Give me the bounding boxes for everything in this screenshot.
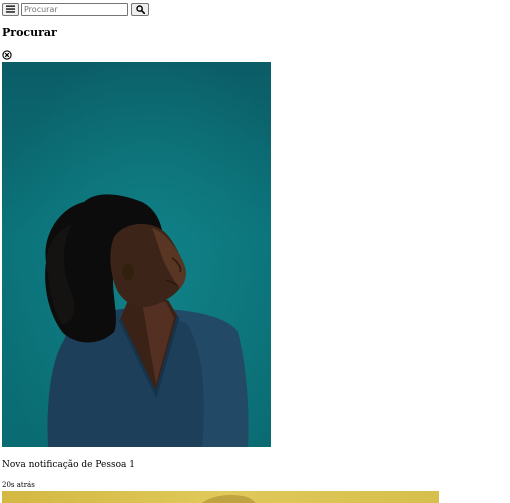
notification-image (2, 491, 439, 503)
page-title: Procurar (2, 26, 57, 39)
search-button[interactable] (131, 2, 149, 16)
menu-button[interactable] (2, 2, 19, 16)
top-toolbar (2, 2, 149, 16)
magnifier-icon (135, 4, 145, 14)
notification-text: Nova notificação de Pessoa 1 (2, 460, 135, 470)
search-input[interactable] (21, 2, 128, 16)
close-icon[interactable] (2, 50, 12, 60)
hamburger-icon (6, 5, 15, 13)
notification-time: 20s atrás (2, 481, 35, 489)
notification-image (2, 62, 271, 447)
